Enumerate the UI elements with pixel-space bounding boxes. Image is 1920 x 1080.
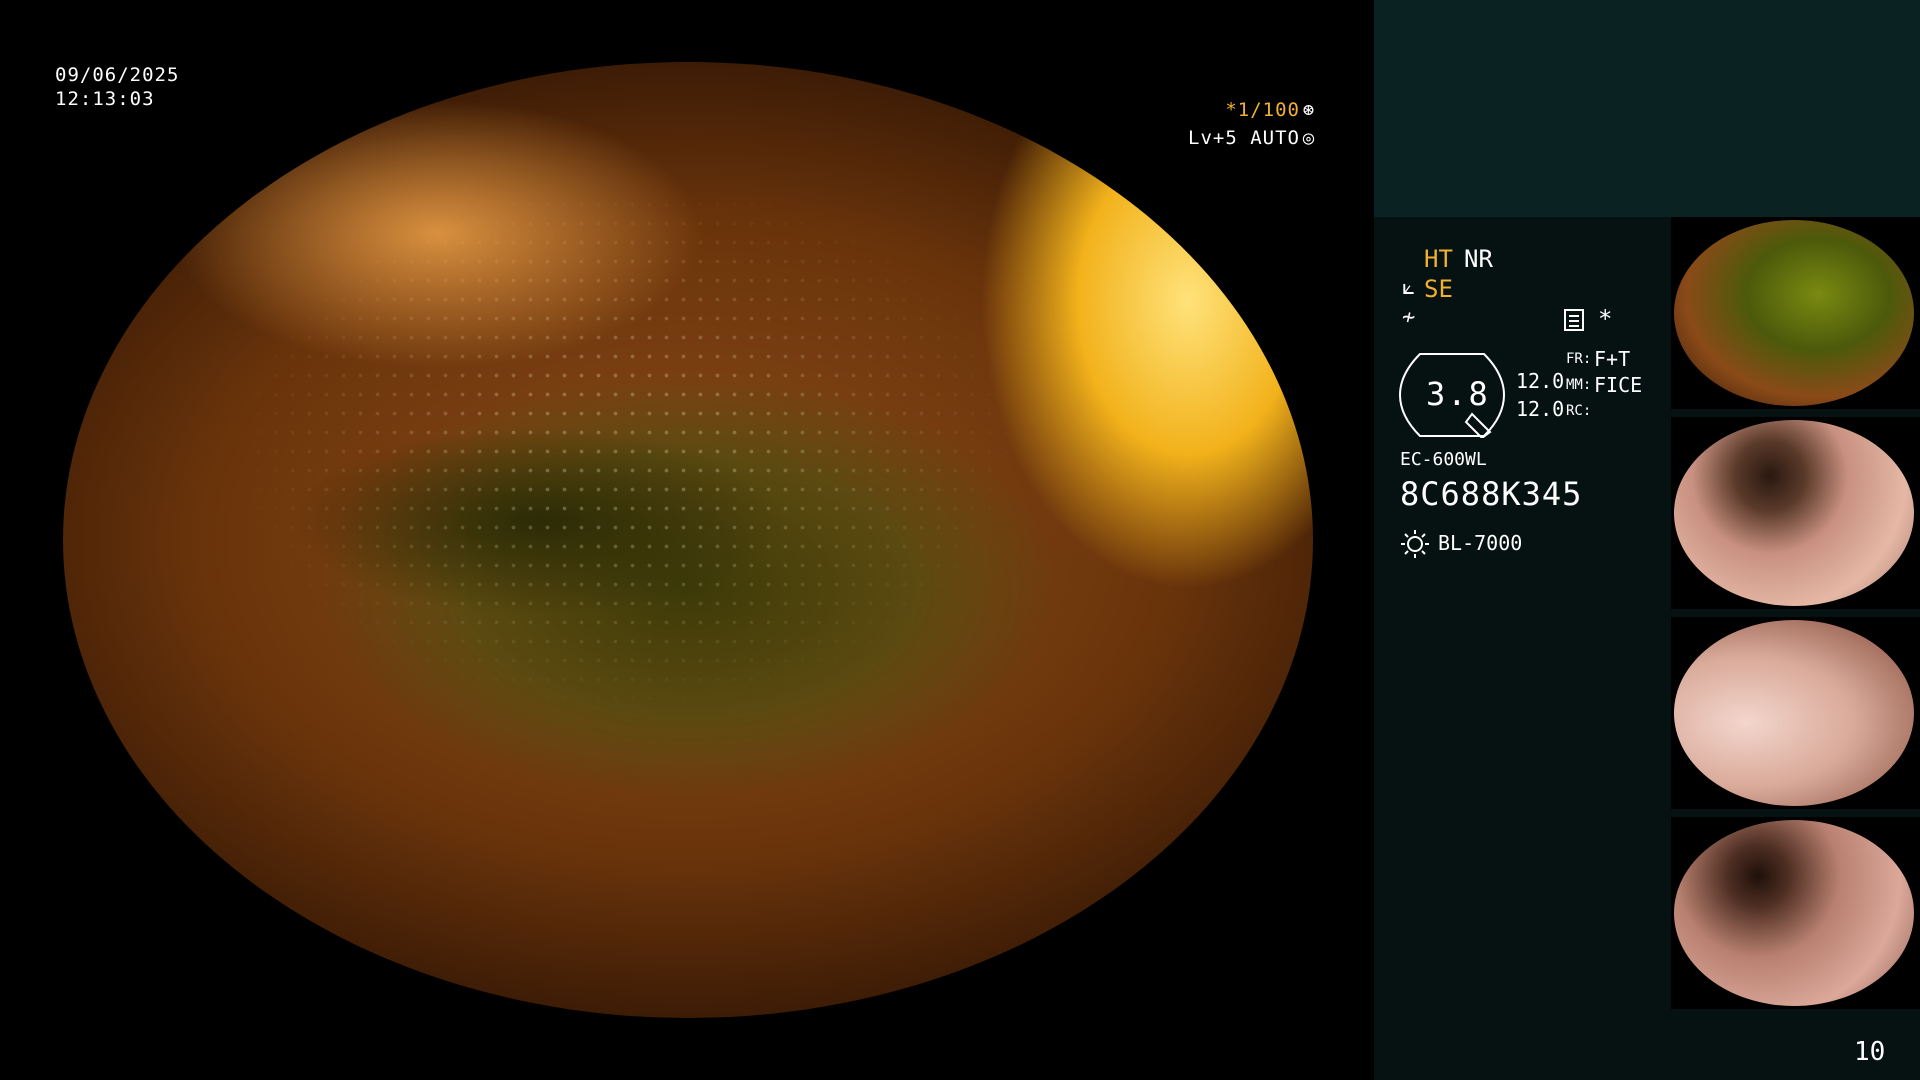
asterisk-marker: * bbox=[1598, 305, 1613, 333]
scope-model: EC-600WL bbox=[1400, 449, 1487, 470]
endoscope-viewport: 09/06/2025 12:13:03 *1/100 ⊛ Lv+5 AUTO ◎ bbox=[0, 0, 1374, 1080]
mm-value: FICE bbox=[1594, 373, 1643, 397]
level-readout: Lv+5 AUTO ◎ bbox=[1188, 127, 1318, 150]
menu-icon bbox=[1564, 309, 1584, 331]
aperture-icon: ⊛ bbox=[1302, 99, 1316, 121]
fr-label: FR: bbox=[1566, 351, 1592, 367]
zoom-value: 3.8 bbox=[1426, 375, 1490, 413]
value-b: 12.0 bbox=[1516, 397, 1565, 421]
ht-label: HT bbox=[1424, 245, 1453, 273]
slash-icon: ≁ bbox=[1402, 305, 1416, 330]
date-display: 09/06/2025 bbox=[55, 64, 180, 86]
iris-icon: ◎ bbox=[1302, 127, 1316, 149]
thumbnail-3[interactable] bbox=[1671, 617, 1920, 809]
endoscope-image bbox=[63, 62, 1313, 1018]
shutter-readout: *1/100 ⊛ bbox=[1225, 99, 1318, 122]
rc-label: RC: bbox=[1566, 403, 1592, 419]
thumbnail-2[interactable] bbox=[1671, 417, 1920, 609]
sidebar-header-panel bbox=[1374, 0, 1920, 217]
mm-label: MM: bbox=[1566, 377, 1592, 393]
shutter-value: *1/100 bbox=[1225, 99, 1300, 121]
page-number: 10 bbox=[1854, 1037, 1886, 1067]
thumbnail-4[interactable] bbox=[1671, 817, 1920, 1009]
enhance-icon: ⟀ bbox=[1402, 275, 1416, 300]
fr-value: F+T bbox=[1594, 347, 1631, 371]
level-value: Lv+5 AUTO bbox=[1188, 127, 1300, 149]
time-display: 12:13:03 bbox=[55, 88, 155, 110]
scope-serial: 8C688K345 bbox=[1400, 475, 1583, 513]
light-source-label: BL-7000 bbox=[1438, 531, 1523, 555]
se-label: SE bbox=[1424, 275, 1453, 303]
value-a: 12.0 bbox=[1516, 369, 1565, 393]
thumbnail-1[interactable] bbox=[1671, 217, 1920, 409]
light-source-icon bbox=[1401, 530, 1429, 558]
nr-label: NR bbox=[1464, 245, 1493, 273]
